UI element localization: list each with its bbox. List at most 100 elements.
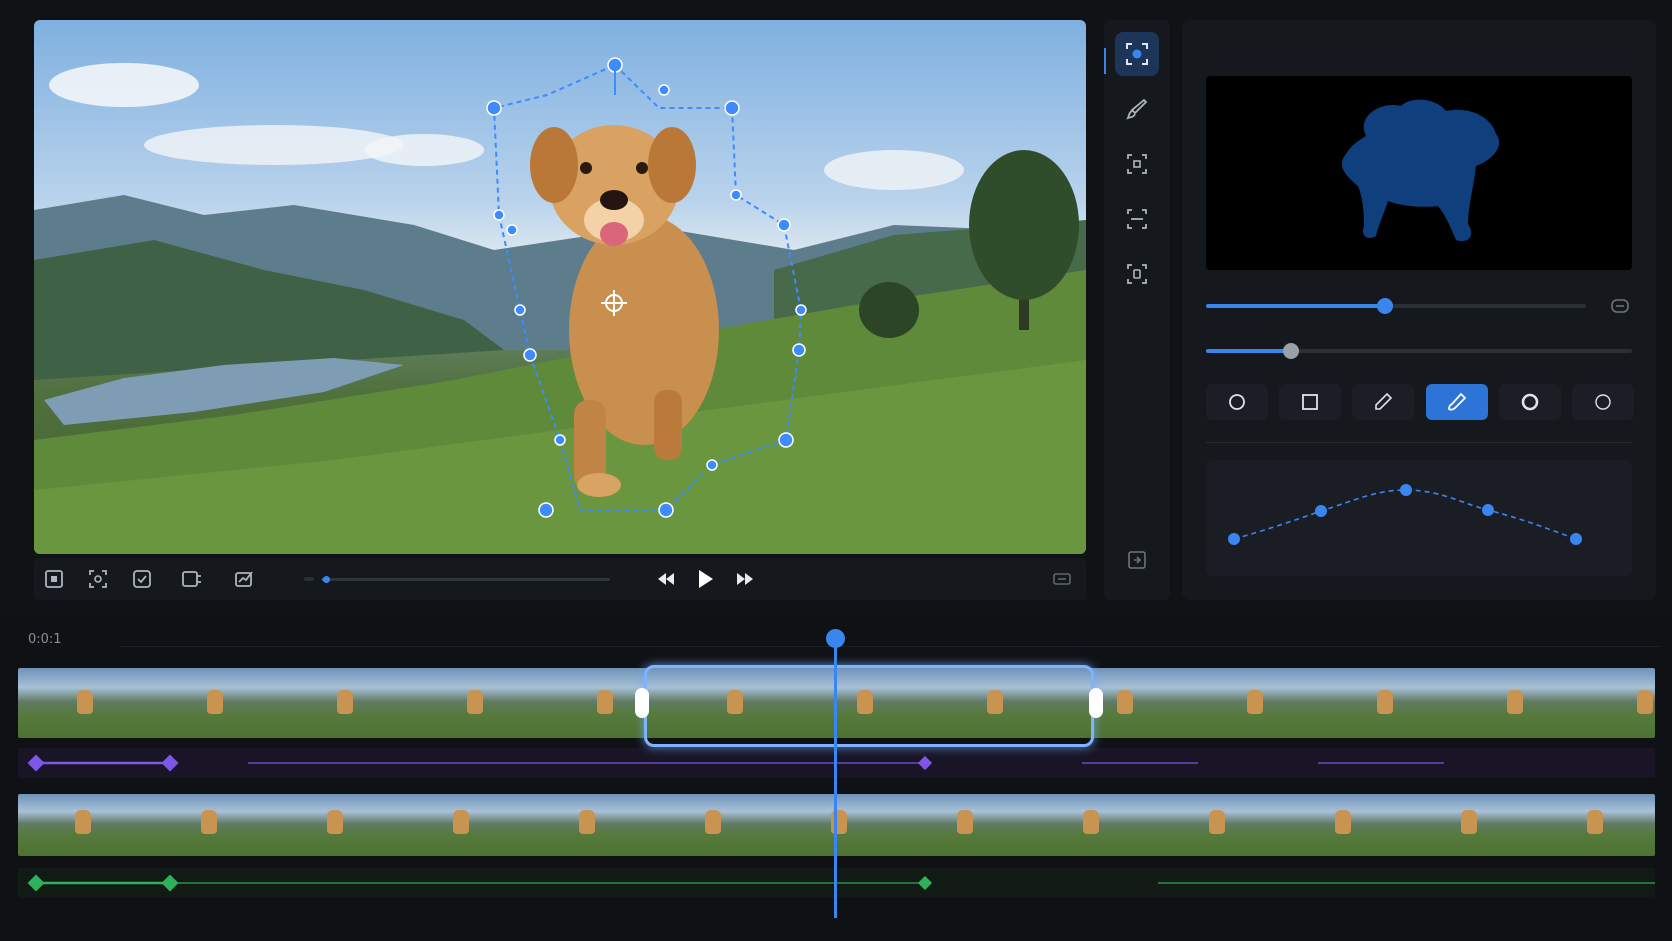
playhead-handle[interactable] [826,629,845,648]
scrub-track[interactable] [322,576,610,583]
clip-frame [270,794,397,856]
playhead-line [834,640,837,918]
frame-subject [1208,810,1225,834]
lasso-brush-icon[interactable] [1426,384,1488,420]
clip-frame [522,794,649,856]
clip-frame [148,668,279,738]
clip-frame [1448,668,1579,738]
clip-frame [1318,668,1449,738]
fullscreen-icon[interactable] [1048,565,1076,593]
frame-subject [206,690,223,714]
opacity-slider[interactable] [1206,343,1632,359]
scrub-knob[interactable] [322,576,330,583]
feather-curve-editor[interactable] [1206,460,1632,576]
curve-point [1315,505,1327,517]
frame-subject [1586,810,1603,834]
clip-frame [18,668,149,738]
clip-frame [1152,794,1279,856]
clip-frame [408,668,539,738]
curve-point [1570,533,1582,545]
select-subject-icon[interactable] [1115,32,1159,76]
skip-forward-icon[interactable] [731,565,759,593]
brush-icon[interactable] [1115,87,1159,131]
clip-frame [1026,794,1153,856]
timeline-ruler [120,646,1660,647]
clip-frame [396,794,523,856]
clip-frame [144,794,271,856]
reset-icon[interactable] [1610,296,1630,316]
frame-subject [1460,810,1477,834]
mask-silhouette [1341,99,1500,242]
keyframe-diamond [27,874,45,892]
feather-slider[interactable] [1206,298,1586,314]
frame-subject [452,810,469,834]
clip-frame [900,794,1027,856]
track-frame-icon[interactable] [1115,197,1159,241]
keyframe-diamond [161,874,179,892]
keyframe-diamond [161,754,179,772]
video-viewer[interactable] [34,20,1086,554]
opacity-slider-knob[interactable] [1283,343,1300,359]
timecode: 0:0:1 [28,632,62,647]
frame-subject [200,810,217,834]
mask-preview [1206,76,1632,270]
focus-frame-icon[interactable] [1115,142,1159,186]
frame-subject [74,810,91,834]
clip-frame [278,668,409,738]
frame-subject [466,690,483,714]
panel-divider [1206,442,1632,443]
frame-subject [956,810,973,834]
keyframe-diamond [27,754,45,772]
feather-slider-knob[interactable] [1376,298,1393,314]
check-frame-icon[interactable] [128,565,156,593]
feather-slider-fill [1206,304,1385,308]
crop-frame-icon[interactable] [84,565,112,593]
curve-point [1482,504,1494,516]
circle-brush-icon[interactable] [1206,384,1268,420]
clip-frame [1188,668,1319,738]
frame-subject [1334,810,1351,834]
play-icon[interactable] [691,565,719,593]
frame-subject [336,690,353,714]
ring-brush-icon[interactable] [1499,384,1561,420]
frame-subject [1636,690,1653,714]
tool-strip [1104,20,1170,600]
mask-frame-icon[interactable] [1115,252,1159,296]
curve-line [1233,489,1577,540]
frame-subject [76,690,93,714]
curve-point [1228,533,1240,545]
split-frame-icon[interactable] [178,565,206,593]
mask-panel [1182,20,1656,600]
square-brush-icon[interactable] [1279,384,1341,420]
frame-subject [1376,690,1393,714]
scrub-start [304,577,314,581]
clip-trim-handle-right[interactable] [1089,688,1103,718]
frame-subject [1246,690,1263,714]
frame-subject [596,690,613,714]
frame-subject [1116,690,1133,714]
soft-brush-icon[interactable] [1572,384,1634,420]
clip-frame [774,794,901,856]
keyframe-diamond [917,755,933,771]
frame-subject [578,810,595,834]
viewer-scene [34,57,1086,554]
clip-frame [1404,794,1531,856]
clip-frame [1578,668,1655,738]
selected-clip[interactable] [635,665,1103,747]
opacity-slider-fill [1206,349,1292,353]
clip-frame [18,794,145,856]
frame-subject [326,810,343,834]
keyframe-diamond [917,875,933,891]
pen-brush-icon[interactable] [1352,384,1414,420]
frame-subject [1506,690,1523,714]
fit-frame-icon[interactable] [40,565,68,593]
curve-point [1400,484,1412,496]
trend-frame-icon[interactable] [230,565,258,593]
skip-back-icon[interactable] [652,565,680,593]
clip-frame [1278,794,1405,856]
frame-subject [1082,810,1099,834]
clip-frame [648,794,775,856]
clip-frame [1530,794,1655,856]
export-frame-icon[interactable] [1115,538,1159,582]
clip-trim-handle-left[interactable] [635,688,649,718]
